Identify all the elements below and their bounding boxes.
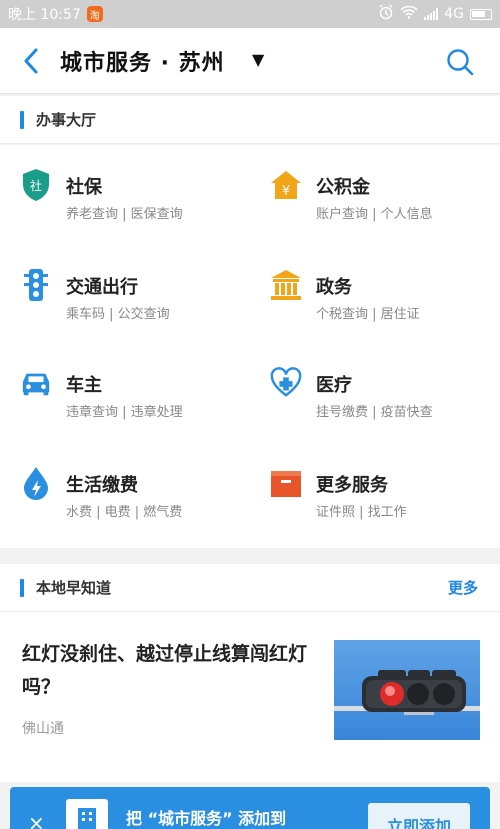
news-source: 佛山通 (22, 721, 64, 737)
service-title: 更多服务 (316, 475, 388, 496)
medical-heart-icon (270, 365, 302, 401)
hall-section-header: 办事大厅 (0, 96, 500, 144)
service-subtitle: 乘车码 | 公交查询 (66, 307, 170, 322)
service-subtitle: 挂号缴费 | 疫苗快查 (316, 405, 433, 420)
service-item-more[interactable]: 更多服务 证件照 | 找工作 (250, 443, 500, 541)
signal-icon (424, 8, 439, 20)
local-section-title: 本地早知道 (36, 579, 112, 597)
service-title: 医疗 (316, 375, 352, 396)
service-item-chezhu[interactable]: 车主 违章查询 | 违章处理 (0, 343, 250, 441)
alarm-icon (378, 4, 394, 24)
car-icon (20, 365, 52, 401)
service-title: 公积金 (316, 177, 370, 198)
traffic-light-icon (20, 267, 52, 303)
service-item-shebao[interactable]: 社 社保 养老查询 | 医保查询 (0, 145, 250, 243)
status-time: 晚上 10:57 (8, 7, 81, 23)
service-title: 交通出行 (66, 277, 138, 298)
section-divider (0, 548, 500, 564)
chevron-left-icon (24, 48, 38, 74)
service-item-gongjijin[interactable]: ¥ 公积金 账户查询 | 个人信息 (250, 145, 500, 243)
add-now-button[interactable]: 立即添加 (368, 803, 470, 829)
add-to-home-banner: × 把 “城市服务” 添加到 立即添加 (10, 787, 490, 829)
back-button[interactable] (16, 46, 46, 76)
banner-text: 把 “城市服务” 添加到 (126, 809, 287, 828)
nav-bar: 城市服务 · 苏州 ▼ (0, 28, 500, 94)
svg-text:¥: ¥ (282, 184, 290, 199)
service-subtitle: 水费 | 电费 | 燃气费 (66, 505, 183, 520)
house-yen-icon: ¥ (270, 167, 302, 203)
box-icon (270, 465, 302, 501)
network-type: 4G (444, 6, 464, 22)
service-item-yiliao[interactable]: 医疗 挂号缴费 | 疫苗快查 (250, 343, 500, 441)
service-title: 政务 (316, 277, 352, 298)
notification-badge-icon: 淘 (86, 6, 103, 22)
service-subtitle: 账户查询 | 个人信息 (316, 207, 433, 222)
shield-icon: 社 (20, 167, 52, 203)
service-subtitle: 证件照 | 找工作 (316, 505, 407, 520)
service-subtitle: 个税查询 | 居住证 (316, 307, 420, 322)
more-link[interactable]: 更多 (448, 577, 478, 598)
wifi-icon (400, 5, 418, 23)
news-thumbnail (334, 640, 480, 740)
page-title[interactable]: 城市服务 · 苏州 (60, 45, 225, 77)
close-icon[interactable]: × (28, 811, 45, 829)
svg-text:社: 社 (30, 178, 42, 193)
section-accent-bar (20, 110, 24, 129)
service-item-shenghuo[interactable]: 生活缴费 水费 | 电费 | 燃气费 (0, 443, 250, 541)
service-grid: 社 社保 养老查询 | 医保查询 ¥ 公积金 账户查询 | 个人信息 交通出行 … (0, 145, 500, 548)
section-accent-bar (20, 578, 24, 597)
service-item-zhengwu[interactable]: 政务 个税查询 | 居住证 (250, 245, 500, 343)
hall-section-title: 办事大厅 (36, 111, 97, 129)
service-title: 车主 (66, 375, 102, 396)
battery-icon (470, 8, 492, 20)
service-title: 生活缴费 (66, 475, 138, 496)
status-bar: 晚上 10:57 淘 4G (0, 0, 500, 28)
service-subtitle: 违章查询 | 违章处理 (66, 405, 183, 420)
government-building-icon (270, 267, 302, 303)
service-subtitle: 养老查询 | 医保查询 (66, 207, 183, 222)
service-item-traffic[interactable]: 交通出行 乘车码 | 公交查询 (0, 245, 250, 343)
search-button[interactable] (444, 46, 476, 78)
app-logo-icon (66, 799, 108, 829)
local-section-header: 本地早知道 更多 (0, 564, 500, 612)
news-card[interactable]: 红灯没刹住、越过停止线算闯红灯吗？ 佛山通 (0, 612, 500, 782)
search-icon (447, 49, 474, 76)
news-title: 红灯没刹住、越过停止线算闯红灯吗？ (22, 643, 308, 698)
lightning-drop-icon (20, 465, 52, 501)
service-title: 社保 (66, 177, 102, 198)
city-dropdown-caret-icon[interactable]: ▼ (252, 50, 264, 69)
